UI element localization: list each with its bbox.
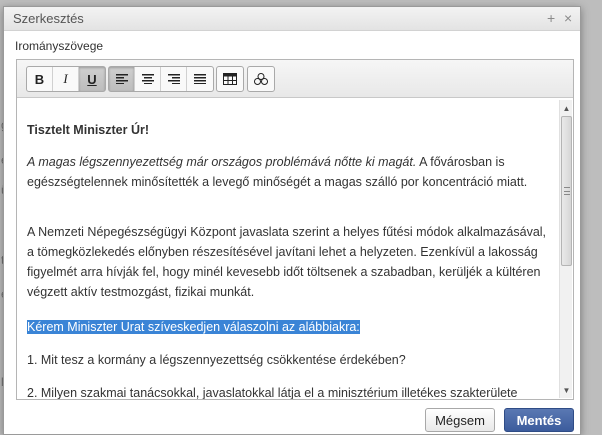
field-label: Irományszövege — [15, 39, 104, 53]
format-group: B I U — [26, 66, 106, 92]
align-center-button[interactable] — [135, 67, 161, 91]
table-group — [216, 66, 244, 92]
scrollbar-thumb[interactable] — [561, 116, 572, 266]
dialog-title: Szerkesztés — [13, 11, 84, 26]
scroll-down-icon[interactable]: ▼ — [560, 383, 573, 397]
question-item: 2. Milyen szakmai tanácsokkal, javaslato… — [27, 386, 518, 399]
align-right-icon — [167, 74, 180, 84]
scroll-up-icon[interactable]: ▲ — [560, 101, 573, 115]
italic-icon: I — [63, 71, 68, 86]
rich-text-editor: B I U Tisztelt Miniszter Úr! A magas lég… — [16, 59, 574, 400]
close-icon[interactable]: × — [564, 10, 572, 26]
insert-table-button[interactable] — [217, 67, 243, 91]
selected-text: Kérem Miniszter Urat szíveskedjen válasz… — [27, 320, 360, 334]
circles-icon — [254, 73, 268, 85]
justify-icon — [194, 74, 206, 84]
paragraph: A magas légszennyezettség már országos p… — [27, 152, 547, 192]
align-center-icon — [141, 74, 154, 84]
vertical-scrollbar[interactable]: ▲ ▼ — [559, 100, 572, 398]
editor-content[interactable]: Tisztelt Miniszter Úr! A magas légszenny… — [17, 99, 559, 399]
bold-button[interactable]: B — [27, 67, 53, 91]
italic-text: A magas légszennyezettség már országos p… — [27, 155, 417, 169]
maximize-icon[interactable]: + — [547, 10, 555, 26]
align-left-button[interactable] — [109, 67, 135, 91]
align-group — [108, 66, 214, 92]
question-item: 1. Mit tesz a kormány a légszennyezettsé… — [27, 353, 406, 367]
paragraph: A Nemzeti Népegészségügyi Központ javasl… — [27, 225, 547, 299]
grip-icon — [564, 187, 570, 195]
align-left-icon — [115, 74, 128, 84]
save-button[interactable]: Mentés — [504, 408, 574, 432]
align-right-button[interactable] — [161, 67, 187, 91]
underline-button[interactable]: U — [79, 67, 105, 91]
editor-toolbar: B I U — [17, 60, 573, 98]
bold-icon: B — [34, 71, 45, 87]
edit-dialog: Szerkesztés + × Irományszövege B I U Tis… — [3, 6, 581, 435]
italic-button[interactable]: I — [53, 67, 79, 91]
dialog-titlebar[interactable]: Szerkesztés + × — [4, 7, 580, 31]
justify-button[interactable] — [187, 67, 213, 91]
paragraph: Kérem Miniszter Urat szíveskedjen válasz… — [27, 317, 547, 337]
misc-group — [247, 66, 275, 92]
special-button[interactable] — [248, 67, 274, 91]
underline-icon: U — [87, 71, 97, 87]
salutation: Tisztelt Miniszter Úr! — [27, 123, 150, 137]
cancel-button[interactable]: Mégsem — [425, 408, 495, 432]
table-icon — [223, 73, 237, 85]
